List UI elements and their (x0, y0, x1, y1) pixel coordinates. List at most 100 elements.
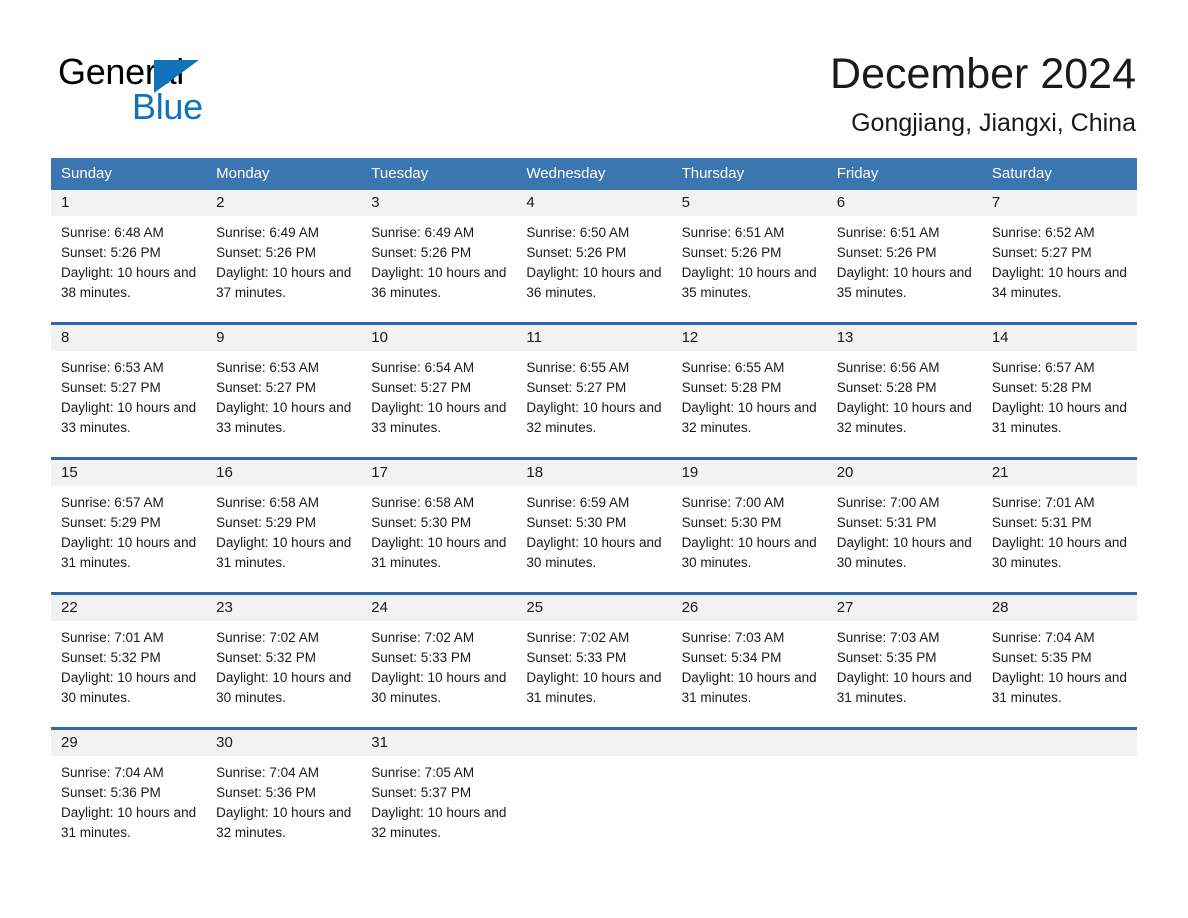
sunrise-text: Sunrise: 7:04 AM (991, 630, 1095, 645)
day-cell[interactable]: 6 Sunrise: 6:51 AM Sunset: 5:26 PM Dayli… (826, 190, 982, 322)
day-cell[interactable]: 31 Sunrise: 7:05 AM Sunset: 5:37 PM Dayl… (361, 730, 517, 862)
day-cell[interactable]: 18 Sunrise: 6:59 AM Sunset: 5:30 PM Dayl… (516, 460, 672, 592)
weekday-header-thursday: Thursday (681, 165, 745, 182)
day-cell[interactable]: 5 Sunrise: 6:51 AM Sunset: 5:26 PM Dayli… (671, 190, 827, 322)
daylight-text: Daylight: 10 hours and 31 minutes. (836, 670, 972, 705)
daylight-text: Daylight: 10 hours and 30 minutes. (216, 670, 352, 705)
day-info: Sunrise: 7:00 AM Sunset: 5:30 PM Dayligh… (672, 486, 827, 573)
sunrise-text: Sunrise: 6:55 AM (681, 360, 785, 375)
title-block: December 2024 Gongjiang, Jiangxi, China (830, 48, 1136, 138)
daylight-text: Daylight: 10 hours and 30 minutes. (836, 535, 972, 570)
daylight-text: Daylight: 10 hours and 32 minutes. (216, 805, 352, 840)
day-number: 17 (361, 460, 517, 486)
sunrise-text: Sunrise: 6:51 AM (836, 225, 940, 240)
sunrise-text: Sunrise: 7:02 AM (526, 630, 630, 645)
sunrise-text: Sunrise: 6:55 AM (526, 360, 630, 375)
day-cell[interactable]: 9 Sunrise: 6:53 AM Sunset: 5:27 PM Dayli… (206, 325, 362, 457)
day-cell[interactable]: 4 Sunrise: 6:50 AM Sunset: 5:26 PM Dayli… (516, 190, 672, 322)
day-number: 26 (671, 595, 827, 621)
day-cell[interactable]: 23 Sunrise: 7:02 AM Sunset: 5:32 PM Dayl… (206, 595, 362, 727)
day-number: 13 (826, 325, 982, 351)
sunset-text: Sunset: 5:26 PM (216, 245, 316, 260)
day-info: Sunrise: 6:53 AM Sunset: 5:27 PM Dayligh… (206, 351, 361, 438)
day-cell[interactable]: 20 Sunrise: 7:00 AM Sunset: 5:31 PM Dayl… (826, 460, 982, 592)
calendar-page: General Blue December 2024 Gongjiang, Ji… (0, 0, 1188, 918)
day-cell[interactable]: 27 Sunrise: 7:03 AM Sunset: 5:35 PM Dayl… (826, 595, 982, 727)
day-cell[interactable]: 21 Sunrise: 7:01 AM Sunset: 5:31 PM Dayl… (981, 460, 1137, 592)
day-cell[interactable]: 1 Sunrise: 6:48 AM Sunset: 5:26 PM Dayli… (51, 190, 207, 322)
sunset-text: Sunset: 5:26 PM (526, 245, 627, 260)
weekday-header-sunday: Sunday (61, 165, 112, 182)
day-number: 20 (826, 460, 982, 486)
daylight-text: Daylight: 10 hours and 31 minutes. (991, 670, 1127, 705)
day-number: 28 (981, 595, 1137, 621)
sunset-text: Sunset: 5:36 PM (61, 785, 161, 800)
day-cell[interactable]: 13 Sunrise: 6:56 AM Sunset: 5:28 PM Dayl… (826, 325, 982, 457)
daylight-text: Daylight: 10 hours and 36 minutes. (371, 265, 507, 300)
day-cell[interactable]: 28 Sunrise: 7:04 AM Sunset: 5:35 PM Dayl… (981, 595, 1137, 727)
day-cell[interactable]: 12 Sunrise: 6:55 AM Sunset: 5:28 PM Dayl… (671, 325, 827, 457)
day-info: Sunrise: 6:57 AM Sunset: 5:29 PM Dayligh… (51, 486, 206, 573)
day-cell[interactable]: 10 Sunrise: 6:54 AM Sunset: 5:27 PM Dayl… (361, 325, 517, 457)
day-number: 3 (361, 190, 517, 216)
day-number: 2 (206, 190, 362, 216)
sunset-text: Sunset: 5:35 PM (991, 650, 1092, 665)
day-number: 22 (51, 595, 207, 621)
day-cell[interactable]: 14 Sunrise: 6:57 AM Sunset: 5:28 PM Dayl… (981, 325, 1137, 457)
day-cell[interactable]: 11 Sunrise: 6:55 AM Sunset: 5:27 PM Dayl… (516, 325, 672, 457)
sunrise-text: Sunrise: 7:03 AM (681, 630, 785, 645)
sunset-text: Sunset: 5:35 PM (836, 650, 937, 665)
sunset-text: Sunset: 5:30 PM (681, 515, 782, 530)
day-info: Sunrise: 7:04 AM Sunset: 5:35 PM Dayligh… (982, 621, 1137, 708)
day-cell[interactable]: 26 Sunrise: 7:03 AM Sunset: 5:34 PM Dayl… (671, 595, 827, 727)
sunrise-text: Sunrise: 7:00 AM (836, 495, 940, 510)
daylight-text: Daylight: 10 hours and 31 minutes. (61, 805, 197, 840)
day-cell[interactable]: 22 Sunrise: 7:01 AM Sunset: 5:32 PM Dayl… (51, 595, 207, 727)
daylight-text: Daylight: 10 hours and 30 minutes. (526, 535, 662, 570)
day-number: 9 (206, 325, 362, 351)
day-number: 10 (361, 325, 517, 351)
sunset-text: Sunset: 5:28 PM (681, 380, 782, 395)
day-cell[interactable]: 2 Sunrise: 6:49 AM Sunset: 5:26 PM Dayli… (206, 190, 362, 322)
day-number: 19 (671, 460, 827, 486)
sunset-text: Sunset: 5:30 PM (371, 515, 472, 530)
calendar-table: Sunday Monday Tuesday Wednesday Thursday… (51, 158, 1137, 862)
sunrise-text: Sunrise: 7:01 AM (61, 630, 164, 645)
sunset-text: Sunset: 5:27 PM (216, 380, 316, 395)
sunset-text: Sunset: 5:37 PM (371, 785, 472, 800)
day-info: Sunrise: 7:04 AM Sunset: 5:36 PM Dayligh… (51, 756, 206, 843)
day-number: 16 (206, 460, 362, 486)
general-blue-logo[interactable]: General Blue (58, 52, 358, 132)
sunset-text: Sunset: 5:26 PM (371, 245, 472, 260)
day-cell[interactable]: 19 Sunrise: 7:00 AM Sunset: 5:30 PM Dayl… (671, 460, 827, 592)
sunrise-text: Sunrise: 7:04 AM (61, 765, 164, 780)
day-cell-empty (981, 730, 1137, 862)
day-cell[interactable]: 8 Sunrise: 6:53 AM Sunset: 5:27 PM Dayli… (51, 325, 207, 457)
weekday-header-monday: Monday (216, 165, 270, 182)
day-cell[interactable]: 16 Sunrise: 6:58 AM Sunset: 5:29 PM Dayl… (206, 460, 362, 592)
logo-text-blue: Blue (132, 86, 203, 127)
day-cell[interactable]: 29 Sunrise: 7:04 AM Sunset: 5:36 PM Dayl… (51, 730, 207, 862)
sunrise-text: Sunrise: 7:02 AM (216, 630, 319, 645)
day-cell[interactable]: 24 Sunrise: 7:02 AM Sunset: 5:33 PM Dayl… (361, 595, 517, 727)
day-cell[interactable]: 7 Sunrise: 6:52 AM Sunset: 5:27 PM Dayli… (981, 190, 1137, 322)
day-number: 27 (826, 595, 982, 621)
sunrise-text: Sunrise: 6:51 AM (681, 225, 785, 240)
day-cell[interactable]: 3 Sunrise: 6:49 AM Sunset: 5:26 PM Dayli… (361, 190, 517, 322)
sunrise-text: Sunrise: 6:57 AM (991, 360, 1095, 375)
sunrise-text: Sunrise: 6:52 AM (991, 225, 1095, 240)
day-cell[interactable]: 30 Sunrise: 7:04 AM Sunset: 5:36 PM Dayl… (206, 730, 362, 862)
day-number: 5 (671, 190, 827, 216)
sunset-text: Sunset: 5:27 PM (526, 380, 627, 395)
day-number: 21 (981, 460, 1137, 486)
sunset-text: Sunset: 5:33 PM (526, 650, 627, 665)
day-info: Sunrise: 6:49 AM Sunset: 5:26 PM Dayligh… (206, 216, 361, 303)
day-info: Sunrise: 7:03 AM Sunset: 5:34 PM Dayligh… (672, 621, 827, 708)
day-cell[interactable]: 15 Sunrise: 6:57 AM Sunset: 5:29 PM Dayl… (51, 460, 207, 592)
day-info: Sunrise: 7:03 AM Sunset: 5:35 PM Dayligh… (827, 621, 982, 708)
day-cell[interactable]: 25 Sunrise: 7:02 AM Sunset: 5:33 PM Dayl… (516, 595, 672, 727)
day-cell[interactable]: 17 Sunrise: 6:58 AM Sunset: 5:30 PM Dayl… (361, 460, 517, 592)
sunset-text: Sunset: 5:33 PM (371, 650, 472, 665)
sunrise-text: Sunrise: 7:02 AM (371, 630, 475, 645)
day-number: 24 (361, 595, 517, 621)
